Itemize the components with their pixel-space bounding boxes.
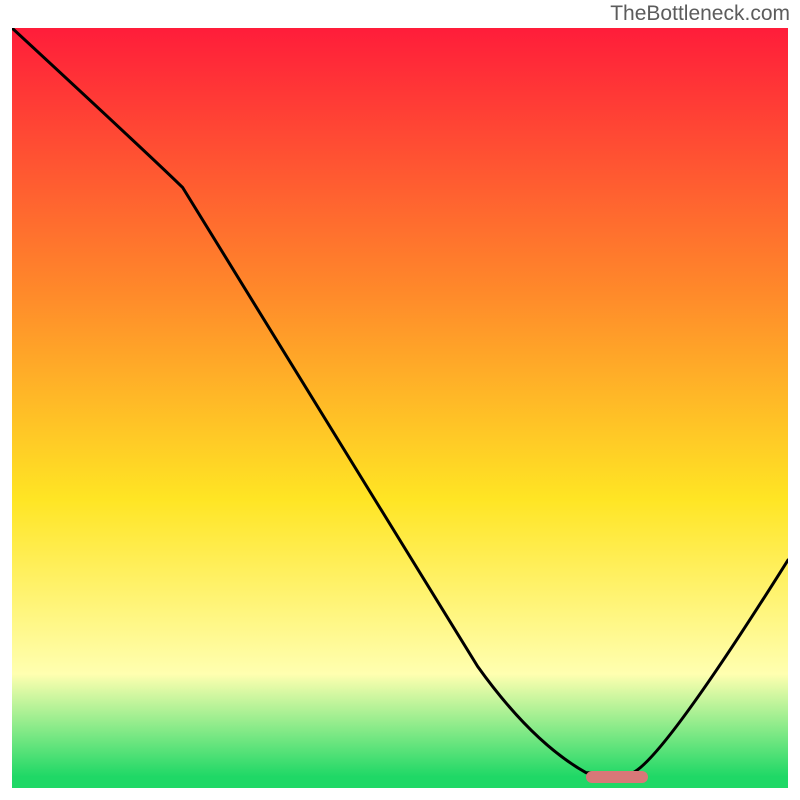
optimal-marker: [586, 771, 648, 783]
bottleneck-curve: [12, 28, 788, 788]
plot-area: [12, 28, 788, 788]
watermark-text: TheBottleneck.com: [610, 2, 790, 26]
